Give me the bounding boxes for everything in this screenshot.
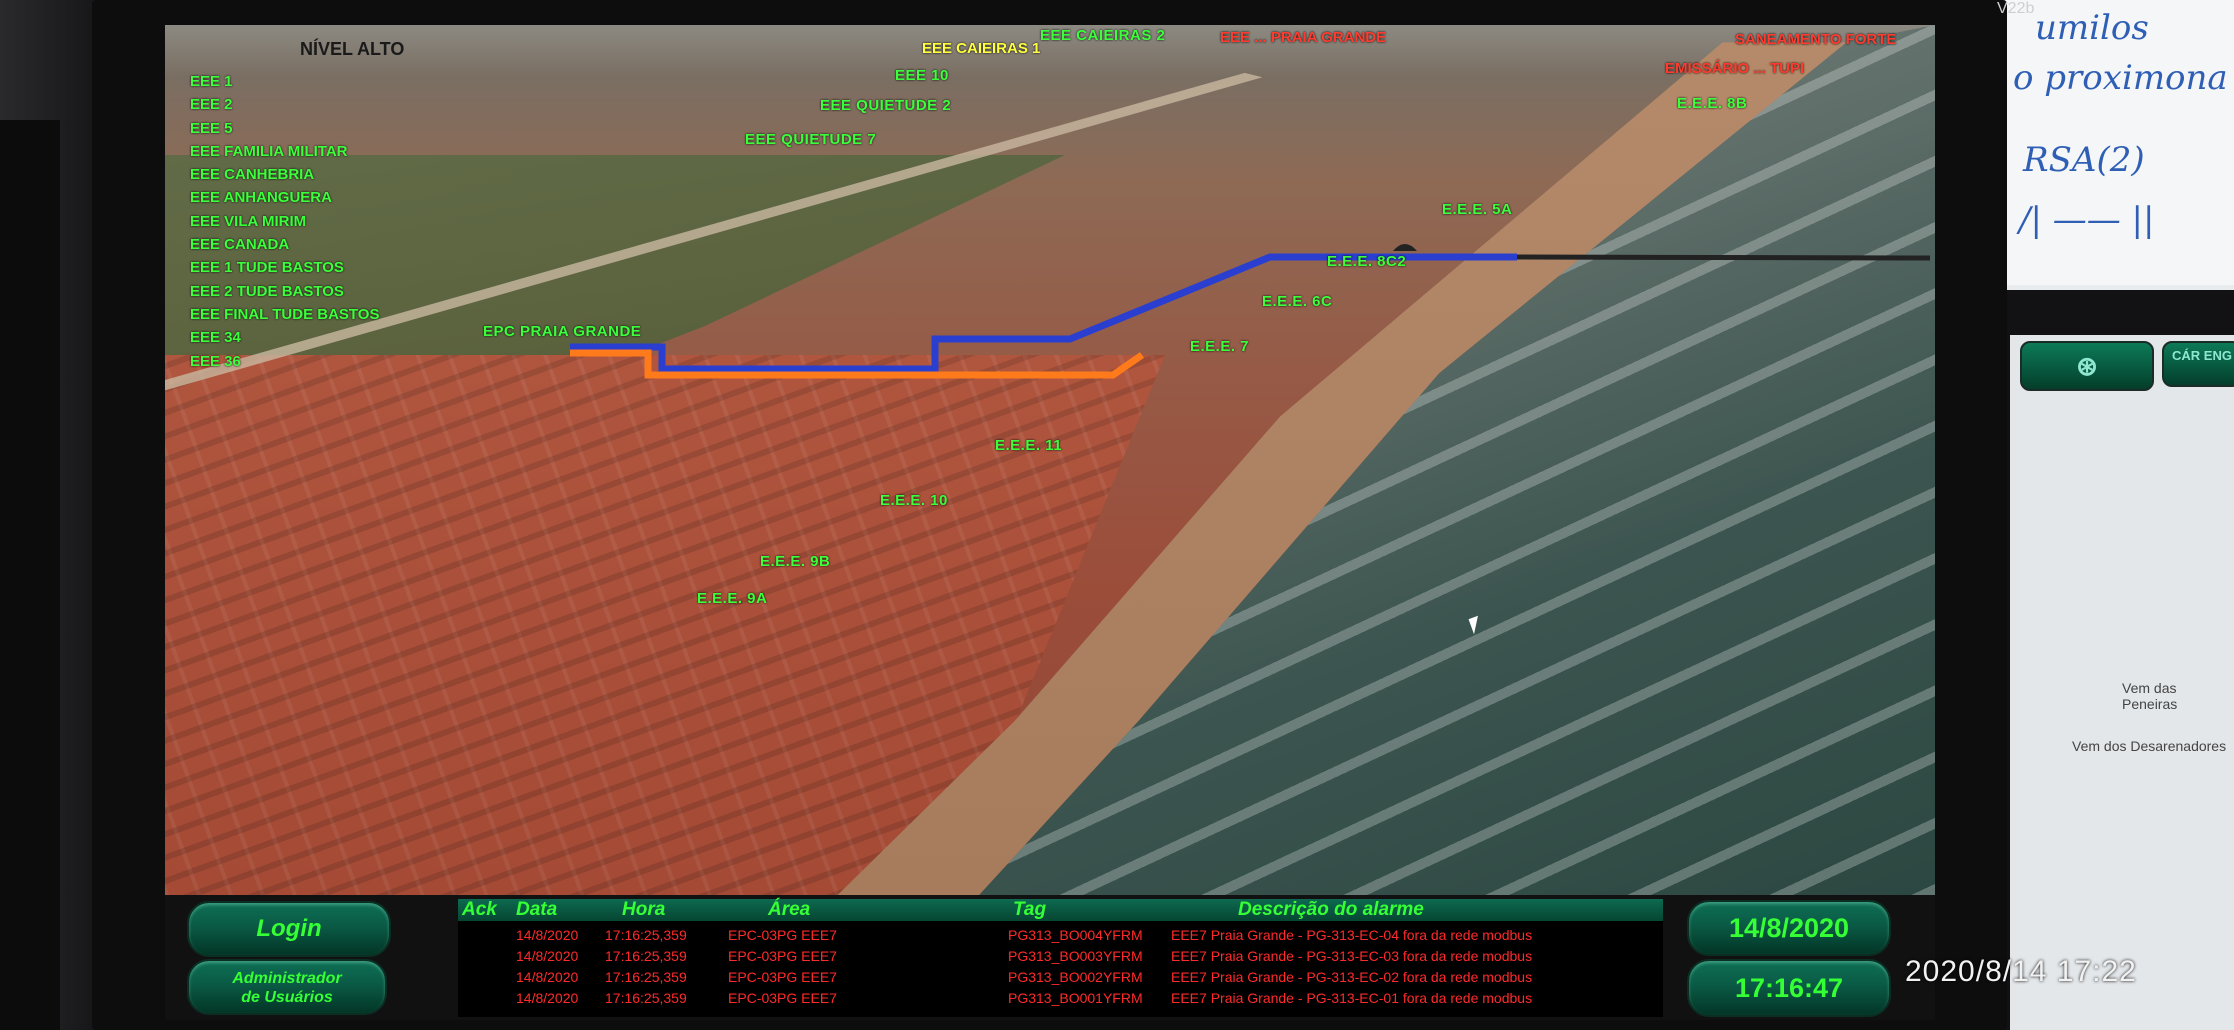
col-descricao[interactable]: Descrição do alarme bbox=[1238, 899, 1424, 921]
alarm-time: 17:16:25,359 bbox=[605, 948, 687, 964]
alarm-tag: PG313_BO002YFRM bbox=[1008, 969, 1143, 985]
station-link[interactable]: EEE 2 bbox=[190, 93, 379, 116]
right-screen-label: Vem dos Desarenadores bbox=[2072, 738, 2227, 754]
col-ack[interactable]: Ack bbox=[462, 899, 497, 921]
station-list: EEE 1 EEE 2 EEE 5 EEE FAMILIA MILITAR EE… bbox=[190, 70, 379, 373]
alarm-time: 17:16:25,359 bbox=[605, 927, 687, 943]
right-screen-button[interactable]: CÁR ENG bbox=[2162, 341, 2234, 387]
right-monitor-screen: ⊛ CÁR ENG Vem das Peneiras Vem dos Desar… bbox=[2010, 335, 2234, 1030]
bottom-control-bar: Login Administrador de Usuários Ack Data… bbox=[165, 895, 1935, 1020]
station-link[interactable]: EEE CANHEBRIA bbox=[190, 163, 379, 186]
whiteboard: umilos o proximona RSA(2) /| —— || bbox=[2002, 0, 2234, 285]
station-link[interactable]: EEE 34 bbox=[190, 326, 379, 349]
station-link[interactable]: EEE FINAL TUDE BASTOS bbox=[190, 303, 379, 326]
col-hora[interactable]: Hora bbox=[622, 899, 665, 921]
col-data[interactable]: Data bbox=[516, 899, 557, 921]
station-label[interactable]: E.E.E. 6C bbox=[1262, 293, 1332, 310]
station-link[interactable]: EEE CANADA bbox=[190, 233, 379, 256]
alarm-date: 14/8/2020 bbox=[516, 927, 579, 943]
alarm-date: 14/8/2020 bbox=[516, 969, 579, 985]
nivel-alto-label: NÍVEL ALTO bbox=[300, 39, 405, 59]
alarm-description: EEE7 Praia Grande - PG-313-EC-02 fora da… bbox=[1171, 969, 1533, 985]
whiteboard-line: umilos bbox=[2035, 8, 2149, 48]
station-label[interactable]: E.E.E. 8C2 bbox=[1327, 253, 1406, 270]
station-link[interactable]: EEE 1 bbox=[190, 70, 379, 93]
alarm-date: 14/8/2020 bbox=[516, 948, 579, 964]
whiteboard-line: o proximona bbox=[2013, 58, 2228, 98]
pipeline-dark bbox=[1516, 254, 1931, 261]
station-link[interactable]: EEE 1 TUDE BASTOS bbox=[190, 256, 379, 279]
alarm-area: EPC-03PG EEE7 bbox=[728, 969, 837, 985]
station-label[interactable]: EEE QUIETUDE 2 bbox=[820, 97, 951, 114]
pipeline-junction bbox=[1393, 244, 1417, 251]
station-label[interactable]: E.E.E. 10 bbox=[880, 492, 948, 509]
station-label[interactable]: SANEAMENTO FORTE bbox=[1735, 31, 1896, 48]
admin-button-label-2: de Usuários bbox=[241, 989, 333, 1006]
right-screen-label: Vem das Peneiras bbox=[2122, 680, 2178, 712]
col-area[interactable]: Área bbox=[768, 899, 810, 921]
col-tag[interactable]: Tag bbox=[1013, 899, 1046, 921]
station-link[interactable]: EEE 36 bbox=[190, 350, 379, 373]
pipeline-overlay bbox=[570, 244, 1931, 379]
alarm-tag: PG313_BO003YFRM bbox=[1008, 948, 1143, 964]
date-display: 14/8/2020 bbox=[1687, 900, 1891, 956]
station-label[interactable]: EEE CAIEIRAS 1 bbox=[922, 40, 1040, 57]
alarm-tag: PG313_BO004YFRM bbox=[1008, 927, 1143, 943]
station-label[interactable]: E.E.E. 5A bbox=[1442, 201, 1512, 218]
scada-screen: NÍVEL ALTO EEE 1 EEE 2 EEE 5 EEE FAMILIA… bbox=[165, 25, 1935, 1020]
station-link[interactable]: EEE ANHANGUERA bbox=[190, 186, 379, 209]
station-label[interactable]: E.E.E. 8B bbox=[1677, 95, 1747, 112]
station-label[interactable]: E.E.E. 7 bbox=[1190, 338, 1249, 355]
station-label[interactable]: E.E.E. 9A bbox=[697, 590, 767, 607]
station-link[interactable]: EEE FAMILIA MILITAR bbox=[190, 140, 379, 163]
alarm-row[interactable]: 14/8/2020 17:16:25,359 EPC-03PG EEE7 PG3… bbox=[458, 946, 1663, 966]
station-label[interactable]: E.E.E. 11 bbox=[995, 437, 1062, 454]
monitor-model: V22b bbox=[1997, 0, 2035, 17]
alarm-date: 14/8/2020 bbox=[516, 990, 579, 1006]
right-screen-logo-button[interactable]: ⊛ bbox=[2020, 341, 2154, 391]
pipeline-blue[interactable] bbox=[570, 253, 1517, 373]
alarm-description: EEE7 Praia Grande - PG-313-EC-03 fora da… bbox=[1171, 948, 1533, 964]
alarm-time: 17:16:25,359 bbox=[605, 969, 687, 985]
alarm-table-header: Ack Data Hora Área Tag Descrição do alar… bbox=[458, 899, 1663, 921]
alarm-time: 17:16:25,359 bbox=[605, 990, 687, 1006]
whiteboard-line: RSA(2) bbox=[2023, 140, 2145, 180]
admin-button-label-1: Administrador bbox=[232, 970, 342, 987]
photo-timestamp: 2020/8/14 17:22 bbox=[1905, 955, 2137, 988]
alarm-table: Ack Data Hora Área Tag Descrição do alar… bbox=[458, 899, 1663, 1017]
time-display: 17:16:47 bbox=[1687, 959, 1891, 1017]
station-label[interactable]: EPC PRAIA GRANDE bbox=[483, 323, 641, 340]
alarm-description: EEE7 Praia Grande - PG-313-EC-01 fora da… bbox=[1171, 990, 1533, 1006]
left-monitor-edge bbox=[0, 120, 60, 1030]
alarm-area: EPC-03PG EEE7 bbox=[728, 948, 837, 964]
alarm-tag: PG313_BO001YFRM bbox=[1008, 990, 1143, 1006]
alarm-area: EPC-03PG EEE7 bbox=[728, 990, 837, 1006]
station-label[interactable]: E.E.E. 9B bbox=[760, 553, 830, 570]
station-label[interactable]: EEE 10 bbox=[895, 67, 949, 84]
station-label[interactable]: EEE CAIEIRAS 2 bbox=[1040, 27, 1165, 44]
pipeline-orange[interactable] bbox=[570, 349, 1144, 379]
station-link[interactable]: EEE 5 bbox=[190, 117, 379, 140]
alarm-row[interactable]: 14/8/2020 17:16:25,359 EPC-03PG EEE7 PG3… bbox=[458, 967, 1663, 987]
alarm-area: EPC-03PG EEE7 bbox=[728, 927, 837, 943]
station-label[interactable]: EEE ... PRAIA GRANDE bbox=[1220, 29, 1386, 46]
alarm-row[interactable]: 14/8/2020 17:16:25,359 EPC-03PG EEE7 PG3… bbox=[458, 988, 1663, 1008]
login-button[interactable]: Login bbox=[187, 901, 391, 957]
station-link[interactable]: EEE 2 TUDE BASTOS bbox=[190, 280, 379, 303]
station-label[interactable]: EEE QUIETUDE 7 bbox=[745, 131, 876, 148]
logo-icon: ⊛ bbox=[2076, 351, 2098, 381]
whiteboard-line: /| —— || bbox=[2019, 200, 2155, 240]
alarm-row[interactable]: 14/8/2020 17:16:25,359 EPC-03PG EEE7 PG3… bbox=[458, 925, 1663, 945]
aerial-map: NÍVEL ALTO EEE 1 EEE 2 EEE 5 EEE FAMILIA… bbox=[165, 25, 1935, 895]
alarm-description: EEE7 Praia Grande - PG-313-EC-04 fora da… bbox=[1171, 927, 1533, 943]
station-link[interactable]: EEE VILA MIRIM bbox=[190, 210, 379, 233]
station-label[interactable]: EMISSÁRIO ... TUPI bbox=[1665, 60, 1804, 77]
admin-users-button[interactable]: Administrador de Usuários bbox=[187, 959, 387, 1015]
